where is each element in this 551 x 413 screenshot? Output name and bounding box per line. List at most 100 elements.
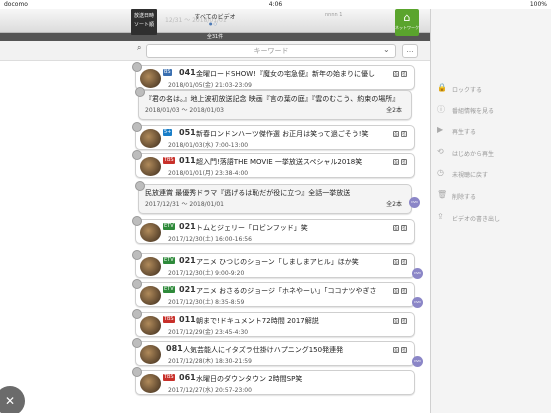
- program-item[interactable]: 081 人気芸能人にイタズラ仕掛けハプニング150発連発 2017/12/28(木)…: [132, 338, 423, 367]
- program-thumbnail: [140, 69, 161, 88]
- program-item[interactable]: ETV 021 アニメ おさるのジョージ「ホネやーい」「ココナツやぎさん… 2017/…: [132, 279, 423, 308]
- program-date: 2017/12/29(金) 23:45-4:30: [168, 329, 249, 336]
- group-date-range: 2018/01/03 ～ 2018/01/03: [145, 107, 224, 114]
- program-item[interactable]: ETV 021 トムとジェリー「ロビンフッド」笑 2017/12/30(土) 16:0…: [132, 216, 415, 244]
- side-menu-label: はじめから再生: [452, 151, 495, 158]
- battery-label: 100%: [529, 1, 547, 8]
- status-bar: docomo 4:06 100%: [0, 0, 551, 9]
- program-group[interactable]: 『君の名は。』地上波初放送記念 映画『言の葉の庭』『雲のむこう、約束の場所』 20…: [135, 87, 412, 120]
- copy-icon: ⎙: [393, 71, 399, 77]
- group-count: 全2本: [386, 107, 402, 114]
- program-date: 2018/01/01(月) 23:38-4:00: [168, 170, 249, 177]
- select-checkbox[interactable]: [132, 309, 142, 319]
- dubbing-icon: ⎘: [401, 288, 407, 294]
- copy-icon: ⎙: [393, 318, 399, 324]
- network-button[interactable]: ⌂ ネットワーク: [395, 9, 419, 36]
- side-action-menu: 🔒 ロックする ⓘ 番組情報を見る ▶ 再生する ⟲ はじめから再生 ◷ 未視聴に戻す 🗑 削除する ⇪…: [430, 9, 551, 413]
- program-item[interactable]: 5+ 051 新春ロンドンハーツ傑作選 お正月は笑って過ごそう!笑 2018/01/0…: [132, 122, 415, 150]
- export-icon: ⇪: [437, 212, 444, 221]
- program-item[interactable]: TBS 011 朝まで!ドキュメント72時間 2017解説 2017/12/29(金)…: [132, 309, 415, 337]
- program-thumbnail: [140, 316, 161, 335]
- side-menu-label: 再生する: [452, 129, 477, 136]
- channel-logo: ETV: [163, 223, 175, 230]
- channel-logo: ETV: [163, 286, 175, 293]
- search-input[interactable]: キーワード: [146, 44, 396, 58]
- select-checkbox[interactable]: [132, 367, 142, 377]
- program-item[interactable]: BS 041 金曜ロードSHOW!『魔女の宅急便』新年の始まりに優しさと… 2018/…: [132, 62, 415, 90]
- program-title: 新春ロンドンハーツ傑作選 お正月は笑って過ごそう!笑: [196, 130, 369, 138]
- chevron-down-icon[interactable]: ⌄: [383, 45, 390, 54]
- program-title: トムとジェリー「ロビンフッド」笑: [196, 224, 308, 232]
- search-icon[interactable]: ⌕: [137, 43, 141, 53]
- side-menu-item[interactable]: 🗑 削除する: [431, 186, 551, 206]
- copy-icon: ⎙: [393, 131, 399, 137]
- select-checkbox[interactable]: [132, 279, 142, 289]
- program-date: 2018/01/05(金) 21:03-23:09: [168, 82, 252, 89]
- group-date-range: 2017/12/31 ～ 2018/01/01: [145, 201, 224, 208]
- select-checkbox[interactable]: [132, 150, 142, 160]
- program-date: 2017/12/28(木) 18:30-21:59: [168, 358, 252, 365]
- dubbing-icon: ⎘: [401, 259, 407, 265]
- select-checkbox[interactable]: [135, 181, 145, 191]
- info-icon: ⓘ: [437, 105, 445, 114]
- program-list[interactable]: BS 041 金曜ロードSHOW!『魔女の宅急便』新年の始まりに優しさと… 2018/…: [0, 61, 430, 413]
- program-date: 2018/01/03(水) 7:00-13:00: [168, 142, 249, 149]
- side-menu-item[interactable]: ⟲ はじめから再生: [431, 143, 551, 163]
- side-menu-item[interactable]: ◷ 未視聴に戻す: [431, 164, 551, 184]
- channel-logo: TBS: [163, 374, 175, 381]
- channel-logo: 5+: [163, 129, 173, 136]
- select-checkbox[interactable]: [132, 122, 142, 132]
- program-group[interactable]: 民放連賞 最優秀ドラマ『逃げるは恥だが役に立つ』全話一挙放送 2017/12/31…: [135, 181, 420, 214]
- group-title: 『君の名は。』地上波初放送記念 映画『言の葉の庭』『雲のむこう、約束の場所』: [145, 95, 400, 103]
- more-options-button[interactable]: …: [402, 44, 418, 58]
- side-menu-item[interactable]: ⇪ ビデオの書き出し: [431, 208, 551, 228]
- side-menu-item[interactable]: 🔒 ロックする: [431, 79, 551, 99]
- select-checkbox[interactable]: [132, 62, 142, 72]
- channel-number: 051: [179, 128, 196, 137]
- select-checkbox[interactable]: [135, 87, 145, 97]
- play-icon: ▶: [437, 125, 444, 134]
- header-bar: 12/31 ～ 2018/01/01 すべてのビデオ nnnn 1 ●○: [0, 9, 430, 33]
- restart-icon: ⟲: [437, 147, 444, 156]
- copy-icon: ⎙: [393, 288, 399, 294]
- select-checkbox[interactable]: [132, 216, 142, 226]
- channel-logo: TBS: [163, 157, 175, 164]
- side-menu-item[interactable]: ⓘ 番組情報を見る: [431, 100, 551, 120]
- network-button-label: ネットワーク: [395, 25, 419, 30]
- channel-number: 011: [179, 315, 196, 324]
- program-item[interactable]: TBS 061 水曜日のダウンタウン 2時間SP笑 2017/12/27(水) 20:…: [132, 367, 415, 395]
- unwatched-icon: ◷: [437, 168, 444, 177]
- search-row: ⌕ キーワード ⌄ …: [0, 41, 430, 61]
- channel-number: 021: [179, 256, 196, 265]
- program-title: 超入門!落語THE MOVIE 一挙放送スペシャル2018笑: [196, 158, 363, 166]
- program-thumbnail: [140, 129, 161, 148]
- program-title: 朝まで!ドキュメント72時間 2017解説: [196, 317, 319, 325]
- group-title: 民放連賞 最優秀ドラマ『逃げるは恥だが役に立つ』全話一挙放送: [145, 189, 351, 197]
- dvd-badge: DVD: [412, 356, 423, 367]
- dubbing-icon: ⎘: [401, 225, 407, 231]
- channel-number: 081: [166, 344, 183, 353]
- dvd-badge: DVD: [409, 197, 420, 208]
- channel-logo: BS: [163, 69, 172, 76]
- program-title: 金曜ロードSHOW!『魔女の宅急便』新年の始まりに優しさと…: [196, 70, 376, 78]
- sort-order-button[interactable]: 放送日時 ソート順: [131, 9, 157, 35]
- clock: 4:06: [268, 1, 283, 8]
- channel-number: 021: [179, 222, 196, 231]
- item-count: 全31件: [0, 33, 430, 41]
- channel-logo: ETV: [163, 257, 175, 264]
- sort-button-line1: 放送日時: [133, 13, 154, 19]
- select-checkbox[interactable]: [132, 338, 142, 348]
- group-count: 全2本: [386, 201, 402, 208]
- home-icon: ⌂: [403, 11, 411, 24]
- program-thumbnail: [140, 286, 161, 305]
- channel-number: 011: [179, 156, 196, 165]
- select-checkbox[interactable]: [132, 250, 142, 260]
- program-item[interactable]: ETV 021 アニメ ひつじのショーン「しましまアヒル」ほか笑 2017/12/30…: [132, 250, 423, 279]
- side-menu-item[interactable]: ▶ 再生する: [431, 121, 551, 141]
- program-title: 水曜日のダウンタウン 2時間SP笑: [196, 375, 303, 383]
- channel-logo: TBS: [163, 316, 175, 323]
- program-item[interactable]: TBS 011 超入門!落語THE MOVIE 一挙放送スペシャル2018笑 2018…: [132, 150, 415, 178]
- program-date: 2017/12/30(土) 9:00-9:20: [168, 270, 245, 277]
- dubbing-icon: ⎘: [401, 347, 407, 353]
- program-date: 2017/12/30(土) 16:00-16:56: [168, 236, 252, 243]
